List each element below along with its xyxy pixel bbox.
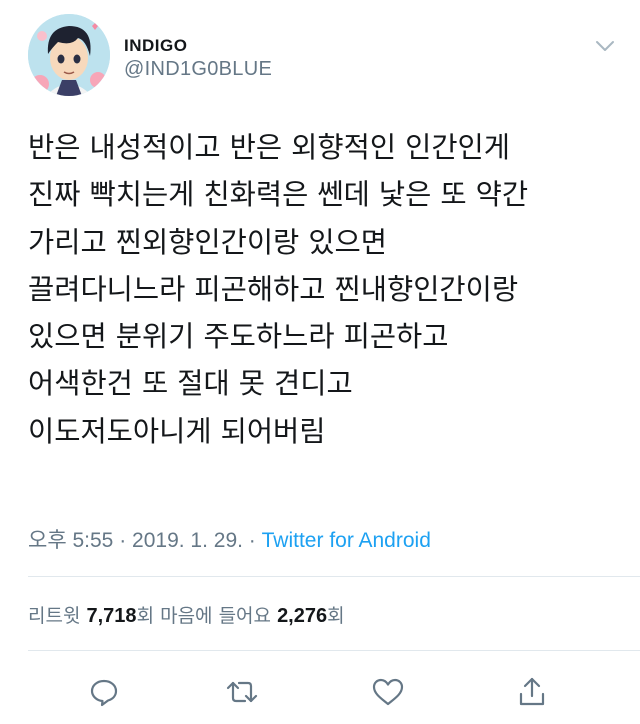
tweet-line: 가리고 찐외향인간이랑 있으면: [28, 225, 387, 259]
likes-stat[interactable]: 마음에 들어요 2,276회: [160, 605, 345, 627]
retweets-stat[interactable]: 리트윗 7,718회: [28, 605, 154, 627]
likes-count: 2,276: [277, 605, 328, 627]
retweets-label: 리트윗: [28, 605, 81, 627]
tweet-source-link[interactable]: Twitter for Android: [262, 529, 431, 552]
tweet-meta: 오후 5:55 · 2019. 1. 29. · Twitter for And…: [28, 524, 431, 554]
retweets-unit: 회: [136, 605, 155, 627]
divider: [28, 650, 640, 651]
user-name[interactable]: INDIGO: [124, 36, 187, 56]
user-handle[interactable]: @IND1G0BLUE: [124, 58, 272, 81]
tweet-text: 반은 내성적이고 반은 외향적인 인간인게 진짜 빡치는게 친화력은 쎈데 낯은…: [28, 124, 618, 455]
tweet-stats: 리트윗 7,718회 마음에 들어요 2,276회: [28, 601, 345, 628]
tweet-date: 2019. 1. 29.: [132, 529, 243, 552]
divider: [28, 576, 640, 577]
likes-unit: 회: [327, 605, 345, 627]
tweet-time: 오후 5:55: [28, 529, 114, 552]
tweet-line: 진짜 빡치는게 친화력은 쎈데 낯은 또 약간: [28, 178, 529, 212]
heart-icon[interactable]: [368, 672, 408, 712]
retweet-icon[interactable]: [222, 672, 262, 712]
share-icon[interactable]: [512, 672, 552, 712]
retweets-count: 7,718: [86, 605, 137, 627]
tweet-line: 끌려다니느라 피곤해하고 찐내향인간이랑: [28, 272, 519, 306]
tweet-line: 어색한건 또 절대 못 견디고: [28, 367, 353, 401]
avatar[interactable]: [28, 14, 110, 96]
meta-separator: ·: [113, 529, 133, 552]
likes-label: 마음에 들어요: [160, 605, 272, 627]
tweet-line: 이도저도아니게 되어버림: [28, 414, 326, 448]
chevron-down-icon[interactable]: [593, 36, 617, 56]
meta-separator: ·: [242, 529, 262, 552]
tweet-header: INDIGO @IND1G0BLUE: [28, 14, 618, 100]
avatar-illustration: [28, 14, 110, 96]
reply-icon[interactable]: [84, 672, 124, 712]
tweet-actions: [0, 672, 640, 712]
tweet-line: 반은 내성적이고 반은 외향적인 인간인게: [28, 131, 510, 164]
tweet-line: 있으면 분위기 주도하느라 피곤하고: [28, 320, 449, 354]
